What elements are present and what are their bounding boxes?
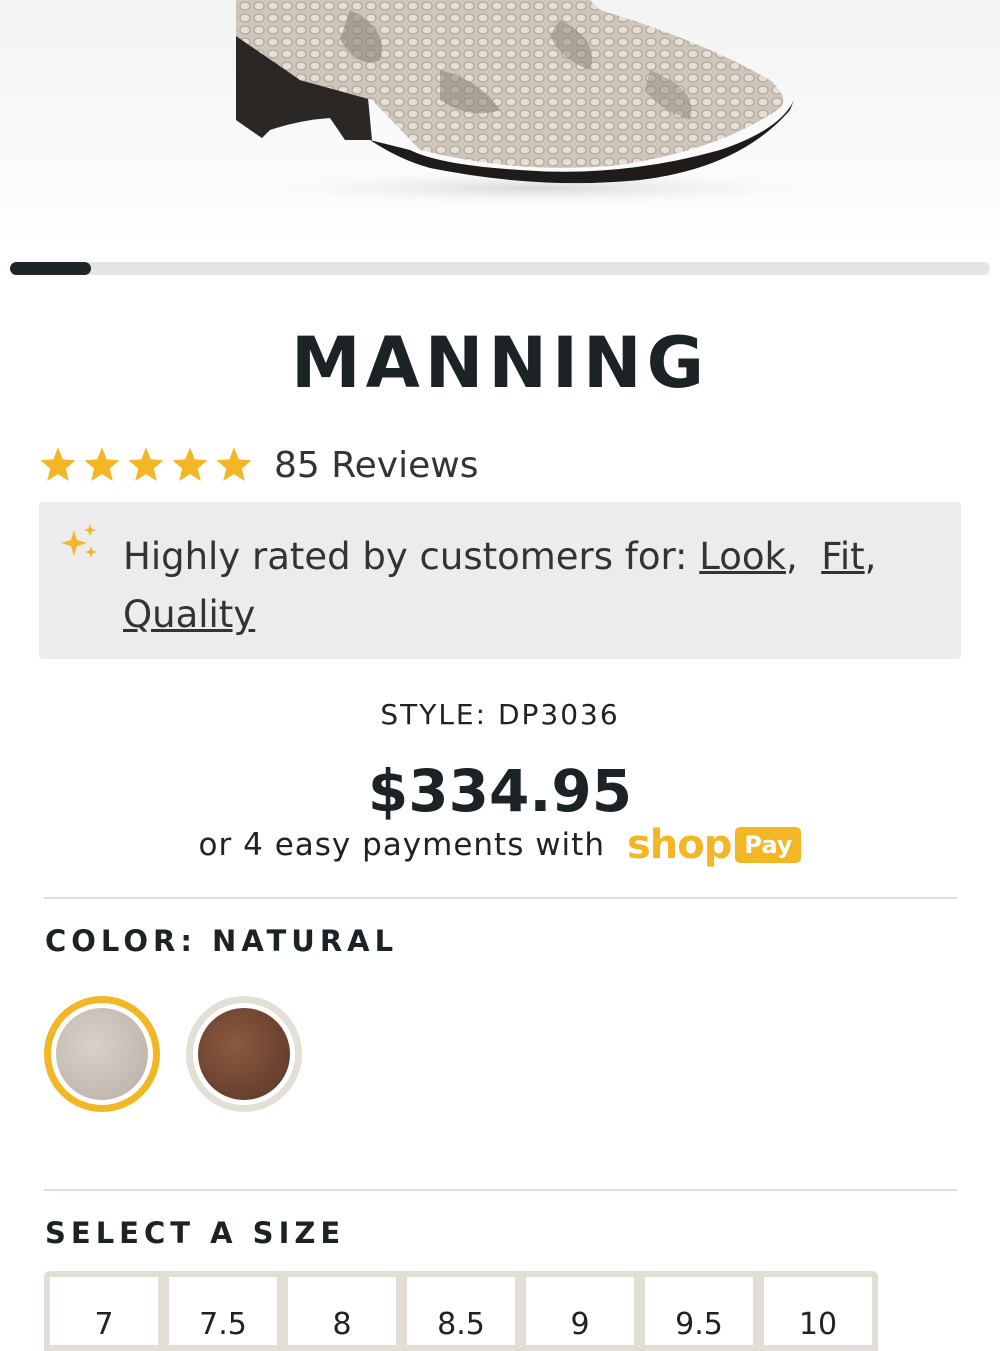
product-image-gallery[interactable] [0, 0, 1000, 250]
swatch-brown-fill [198, 1008, 290, 1100]
size-option-7[interactable]: 7 [44, 1271, 164, 1351]
product-price: $334.95 [367, 757, 633, 825]
color-swatch-brown[interactable] [186, 996, 302, 1112]
star-icon [40, 447, 76, 481]
star-icon [128, 447, 164, 481]
size-selector: 7 7.5 8 8.5 9 9.5 10 [44, 1271, 888, 1351]
highlight-quality-link[interactable]: Quality [123, 593, 255, 636]
size-label: SELECT A SIZE [45, 1216, 346, 1250]
divider [44, 1189, 957, 1191]
boot-product-image [236, 0, 840, 206]
review-highlights-text: Highly rated by customers for: Look, Fit… [123, 535, 877, 636]
reviews-link[interactable]: 85 Reviews [274, 445, 478, 486]
divider [44, 897, 957, 899]
color-label: COLOR: NATURAL [45, 924, 399, 958]
shop-pay-badge: Pay [735, 827, 802, 863]
sparkle-icon [61, 524, 97, 558]
shop-pay-word: shop [626, 822, 732, 868]
highlight-look-link[interactable]: Look [699, 535, 786, 578]
size-option-8-5[interactable]: 8.5 [401, 1271, 521, 1351]
size-option-7-5[interactable]: 7.5 [163, 1271, 283, 1351]
installments-info: or 4 easy payments with shop Pay [0, 822, 1000, 868]
highlight-prefix: Highly rated by customers for: [123, 535, 688, 578]
color-swatch-natural[interactable] [44, 996, 160, 1112]
star-icon [172, 447, 208, 481]
star-icon [216, 447, 252, 481]
gallery-progress-bar [10, 262, 990, 275]
installments-text: or 4 easy payments with [198, 827, 605, 863]
size-option-8[interactable]: 8 [282, 1271, 402, 1351]
size-option-9-5[interactable]: 9.5 [639, 1271, 759, 1351]
rating-stars [38, 445, 254, 485]
product-rating: 85 Reviews [38, 440, 478, 490]
gallery-progress-fill [10, 262, 92, 275]
swatch-natural-fill [56, 1008, 148, 1100]
shop-pay-logo[interactable]: shop Pay [626, 822, 802, 868]
size-option-10[interactable]: 10 [758, 1271, 878, 1351]
highlight-fit-link[interactable]: Fit [821, 535, 864, 578]
style-number: STYLE: DP3036 [380, 698, 620, 731]
star-icon [84, 447, 120, 481]
size-option-9[interactable]: 9 [520, 1271, 640, 1351]
product-title: MANNING [290, 322, 710, 404]
